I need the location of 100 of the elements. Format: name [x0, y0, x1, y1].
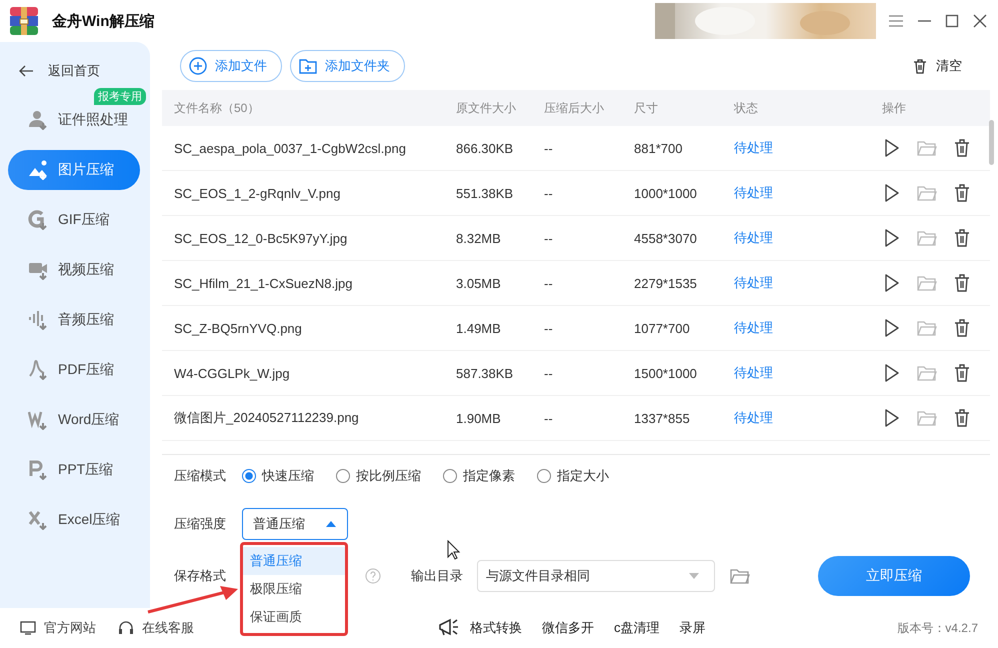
spreadsheet-file-icon: [28, 510, 48, 530]
person-icon: [28, 110, 48, 130]
add-button[interactable]: 添加文件夹: [290, 50, 405, 82]
plus-circle-icon: [189, 57, 207, 75]
radio-option[interactable]: 快速压缩: [242, 467, 314, 485]
table-cell-text: 1.49MB: [455, 320, 502, 336]
caret-icon: [325, 519, 337, 529]
file-name: SC_Hfilm_21_1-CxSuezN8.jpg: [173, 276, 354, 290]
clear-button[interactable]: 清空: [906, 56, 968, 76]
menu-icon[interactable]: [888, 13, 904, 29]
table-cell-text: 1337*855: [633, 410, 691, 426]
file-name: SC_aespa_pola_0037_1-CgbW2csl.png: [173, 140, 407, 156]
tool-link[interactable]: 微信多开: [542, 619, 594, 637]
trash-icon[interactable]: [952, 363, 972, 383]
column-header: 原文件大小: [455, 100, 517, 116]
trash-icon[interactable]: [952, 183, 972, 203]
file-name: SC_EOS_12_0-Bc5K97yY.jpg: [173, 230, 348, 246]
add-button[interactable]: 添加文件: [180, 50, 282, 82]
table-cell-text: --: [543, 140, 554, 156]
audio-wave-icon: [28, 310, 48, 330]
column-header: 操作: [881, 100, 907, 116]
radio-option[interactable]: 指定像素: [443, 467, 515, 485]
maximize-icon[interactable]: [944, 13, 960, 29]
scrollbar-thumb[interactable]: [989, 120, 994, 165]
table-cell-text: 8.32MB: [455, 230, 502, 246]
status-text: 待处理: [733, 364, 774, 382]
monitor-icon: [20, 620, 36, 636]
image-icon: [28, 160, 48, 180]
caret-icon: [688, 571, 700, 581]
footer-link[interactable]: 官方网站: [20, 619, 96, 637]
table-cell-text: 551.38KB: [455, 186, 514, 200]
trash-icon: [912, 58, 928, 74]
table-cell-text: --: [543, 276, 554, 290]
trash-icon[interactable]: [952, 273, 972, 293]
table-cell-text: 1077*700: [633, 320, 691, 336]
video-camera-icon: [28, 260, 48, 280]
sidebar-item[interactable]: PDF压缩: [8, 350, 140, 390]
folder-plus-icon: [299, 57, 317, 75]
table-cell-text: --: [543, 230, 554, 246]
cursor-icon: [447, 540, 461, 560]
sidebar-item[interactable]: Word压缩: [8, 400, 140, 440]
sidebar-item[interactable]: PPT压缩: [8, 450, 140, 490]
sidebar-item[interactable]: 音频压缩: [8, 300, 140, 340]
file-name: 微信图片_20240527112239.png: [173, 409, 360, 427]
status-text: 待处理: [733, 139, 774, 157]
file-name: SC_EOS_1_2-gRqnlv_V.png: [173, 186, 342, 200]
gif-file-icon: [28, 210, 48, 230]
back-arrow-icon: [18, 63, 34, 79]
trash-icon[interactable]: [952, 318, 972, 338]
table-cell-text: 1.90MB: [455, 410, 502, 426]
table-cell-text: --: [543, 186, 554, 200]
column-header: 文件名称（50）: [173, 100, 260, 116]
table-cell-text: 1000*1000: [633, 186, 698, 200]
field-label: 输出目录: [411, 567, 463, 585]
trash-icon[interactable]: [952, 228, 972, 248]
trash-icon[interactable]: [952, 408, 972, 428]
file-name: W4-CGGLPk_W.jpg: [173, 366, 291, 380]
table-cell-text: 3.05MB: [455, 276, 502, 290]
column-header: 压缩后大小: [543, 100, 605, 116]
status-text: 待处理: [733, 229, 774, 247]
table-cell-text: 1500*1000: [633, 366, 698, 380]
badge: 报考专用: [94, 88, 146, 105]
file-name: SC_Z-BQ5rnYVQ.png: [173, 320, 303, 336]
tool-link[interactable]: 录屏: [680, 619, 706, 637]
table-cell-text: --: [543, 366, 554, 380]
field-label: 压缩强度: [174, 515, 227, 533]
sidebar-item[interactable]: 图片压缩: [8, 150, 140, 190]
strength-dropdown[interactable]: 普通压缩: [242, 508, 348, 540]
sidebar-item[interactable]: 视频压缩: [8, 250, 140, 290]
table-cell-text: 587.38KB: [455, 366, 514, 380]
headset-icon: [118, 620, 134, 636]
pdf-file-icon: [28, 360, 48, 380]
radio-option[interactable]: 指定大小: [537, 467, 609, 485]
status-text: 待处理: [733, 274, 774, 292]
slides-file-icon: [28, 460, 48, 480]
table-cell-text: 2279*1535: [633, 276, 698, 290]
field-label: 压缩模式: [174, 467, 227, 485]
status-text: 待处理: [733, 409, 774, 427]
sidebar-item[interactable]: GIF压缩: [8, 200, 140, 240]
column-header: 尺寸: [633, 100, 659, 116]
status-text: 待处理: [733, 184, 774, 202]
sidebar-item[interactable]: Excel压缩: [8, 500, 140, 540]
table-cell-text: --: [543, 410, 554, 426]
output-dropdown[interactable]: 与源文件目录相同: [477, 560, 715, 592]
back-button[interactable]: 返回首页: [0, 58, 106, 84]
radio-option[interactable]: 按比例压缩: [336, 467, 421, 485]
status-text: 待处理: [733, 319, 774, 337]
column-header: 状态: [733, 100, 759, 116]
table-cell-text: 881*700: [633, 140, 684, 156]
field-label: 保存格式: [174, 567, 227, 585]
tool-link[interactable]: 格式转换: [470, 619, 522, 637]
footer-link[interactable]: 在线客服: [118, 619, 194, 637]
close-icon[interactable]: [972, 13, 988, 29]
app-title: 金舟Win解压缩: [52, 12, 156, 30]
table-cell-text: --: [543, 320, 554, 336]
table-cell-text: 866.30KB: [455, 140, 514, 156]
document-icon: [28, 410, 48, 430]
tool-link[interactable]: c盘清理: [614, 619, 660, 637]
trash-icon[interactable]: [952, 138, 972, 158]
megaphone-icon: [438, 618, 460, 638]
